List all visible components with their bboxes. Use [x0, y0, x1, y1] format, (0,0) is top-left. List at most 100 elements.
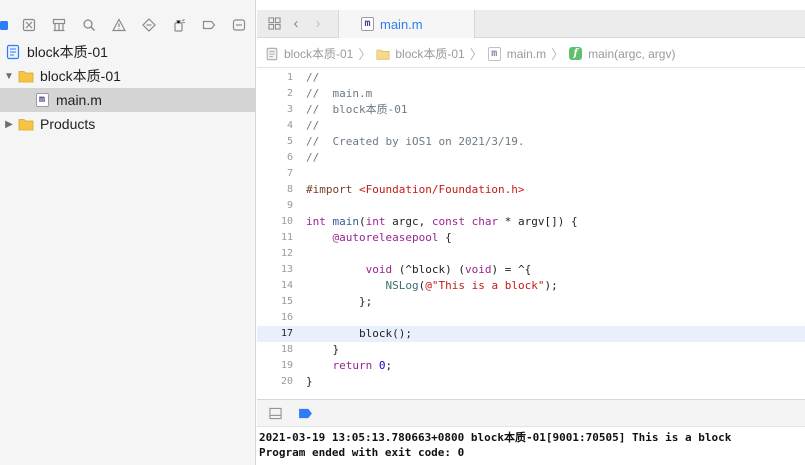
- line-number: 15: [280, 296, 293, 307]
- code-token: {: [438, 231, 452, 244]
- code-token: @"This is a block": [425, 279, 545, 292]
- code-token: //: [306, 151, 320, 164]
- code-token: const: [431, 215, 465, 228]
- line-number: 16: [280, 312, 293, 323]
- code-token: // block本质-01: [306, 103, 408, 116]
- code-text: void (^block) (void) = ^{: [306, 262, 532, 278]
- code-line[interactable]: 20}: [257, 374, 805, 390]
- code-line[interactable]: 14 NSLog(@"This is a block");: [257, 278, 805, 294]
- code-token: main: [332, 215, 360, 228]
- code-line[interactable]: 16: [257, 310, 805, 326]
- issue-navigator-warning-icon[interactable]: [104, 15, 134, 35]
- code-line[interactable]: 8 #import <Foundation/Foundation.h>: [257, 182, 805, 198]
- line-number: 1: [286, 72, 293, 83]
- debug-navigator-spray-icon[interactable]: [164, 15, 194, 35]
- objc-file-icon: m: [487, 46, 501, 61]
- code-line[interactable]: 10 int main(int argc, const char * argv[]…: [257, 214, 805, 230]
- breakpoints-toggle-icon[interactable]: [297, 405, 313, 421]
- code-line[interactable]: 2 // main.m: [257, 86, 805, 102]
- code-token: * argv[]) {: [498, 215, 578, 228]
- code-text: block();: [306, 326, 412, 342]
- code-token: ) = ^{: [491, 263, 532, 276]
- go-forward-chevron-icon[interactable]: ›: [307, 13, 329, 35]
- code-line[interactable]: 13 void (^block) (void) = ^{: [257, 262, 805, 278]
- code-text: NSLog(@"This is a block");: [306, 278, 558, 294]
- code-text: return 0;: [306, 358, 393, 374]
- find-navigator-search-icon[interactable]: [74, 15, 104, 35]
- line-number: 3: [286, 104, 293, 115]
- line-number: 10: [280, 216, 293, 227]
- code-token: //: [306, 119, 320, 132]
- code-line[interactable]: 7: [257, 166, 805, 182]
- line-number: 9: [286, 200, 293, 211]
- navigator-toolbar: [0, 14, 256, 36]
- code-line[interactable]: 1 //: [257, 70, 805, 86]
- disclosure-triangle-collapsed-icon[interactable]: ▶: [3, 119, 15, 130]
- test-navigator-diamond-icon[interactable]: [134, 15, 164, 35]
- code-text: }: [306, 374, 313, 390]
- code-line[interactable]: 6 //: [257, 150, 805, 166]
- line-number: 19: [280, 360, 293, 371]
- breadcrumb-file[interactable]: m main.m: [487, 46, 546, 61]
- source-control-navigator-icon[interactable]: [14, 15, 44, 35]
- symbol-navigator-icon[interactable]: [44, 15, 74, 35]
- code-text: // main.m: [306, 86, 372, 102]
- report-navigator-icon[interactable]: [224, 15, 254, 35]
- console-line: 2021-03-19 13:05:13.780663+0800 block本质-…: [259, 431, 732, 444]
- code-text: @autoreleasepool {: [306, 230, 452, 246]
- line-number: 7: [286, 168, 293, 179]
- code-token: #import: [306, 183, 359, 196]
- go-back-chevron-icon[interactable]: ‹: [285, 13, 307, 35]
- code-line[interactable]: 5 // Created by iOS1 on 2021/3/19.: [257, 134, 805, 150]
- code-line[interactable]: 17 block();: [257, 326, 805, 342]
- code-token: );: [544, 279, 558, 292]
- line-number: 18: [280, 344, 293, 355]
- code-line[interactable]: 9: [257, 198, 805, 214]
- tree-row-label: Products: [40, 116, 96, 132]
- code-line[interactable]: 11 @autoreleasepool {: [257, 230, 805, 246]
- breadcrumb-group[interactable]: block本质-01: [376, 45, 465, 62]
- code-line[interactable]: 4 //: [257, 118, 805, 134]
- tab-main-m[interactable]: m main.m: [338, 10, 475, 38]
- line-number: 20: [280, 376, 293, 387]
- tree-row-group[interactable]: ▼ block本质-01: [0, 64, 256, 88]
- console-output[interactable]: 2021-03-19 13:05:13.780663+0800 block本质-…: [257, 428, 805, 465]
- code-token: (: [359, 215, 366, 228]
- breadcrumb-function[interactable]: f main(argc, argv): [569, 47, 675, 61]
- code-token: ;: [385, 359, 393, 372]
- console-line: Program ended with exit code: 0: [259, 446, 465, 459]
- breadcrumb-project[interactable]: block本质-01: [265, 45, 353, 62]
- code-area[interactable]: 1 // 2 // main.m 3 // block本质-01 4 // 5 // Create…: [257, 70, 805, 398]
- code-token: int: [365, 215, 386, 228]
- code-token: }: [306, 375, 313, 388]
- breakpoint-navigator-icon[interactable]: [194, 15, 224, 35]
- code-text: //: [306, 150, 319, 166]
- project-navigator-folder-icon[interactable]: [0, 15, 14, 35]
- code-line[interactable]: 19 return 0;: [257, 358, 805, 374]
- disclosure-triangle-expanded-icon[interactable]: ▼: [3, 71, 15, 82]
- code-line[interactable]: 15 };: [257, 294, 805, 310]
- code-line[interactable]: 3 // block本质-01: [257, 102, 805, 118]
- line-number: 5: [286, 136, 293, 147]
- tree-row-products[interactable]: ▶ Products: [0, 112, 256, 136]
- code-line[interactable]: 18 }: [257, 342, 805, 358]
- jump-bar-breadcrumb: block本质-01 〉 block本质-01 〉 m main.m 〉 f m…: [257, 40, 805, 68]
- hide-debug-area-icon[interactable]: [267, 405, 283, 421]
- folder-icon: [18, 116, 34, 132]
- code-text: };: [306, 294, 372, 310]
- folder-icon: [376, 47, 390, 61]
- xcode-project-icon: [265, 47, 279, 61]
- related-items-grid-icon[interactable]: [263, 13, 285, 35]
- code-line[interactable]: 12: [257, 246, 805, 262]
- line-number: 13: [280, 264, 293, 275]
- tree-row-main-m[interactable]: m main.m: [0, 88, 256, 112]
- code-text: //: [306, 70, 319, 86]
- debug-bar: [257, 399, 805, 427]
- tree-row-project[interactable]: block本质-01: [0, 40, 256, 64]
- code-token: }: [306, 343, 340, 356]
